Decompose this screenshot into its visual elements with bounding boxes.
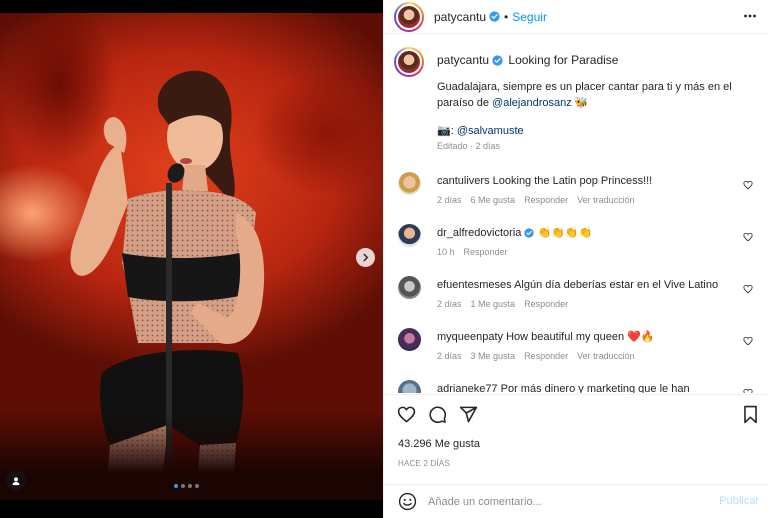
carousel-dot <box>174 484 178 488</box>
heart-icon <box>397 405 416 424</box>
comment-username[interactable]: adrianeke77 <box>437 383 498 393</box>
bookmark-icon <box>742 405 759 424</box>
heart-icon <box>743 388 753 393</box>
post-media[interactable] <box>0 0 383 518</box>
comment-reply-button[interactable]: Responder <box>524 195 568 205</box>
comment-avatar[interactable] <box>398 328 421 351</box>
post-date[interactable]: HACE 2 DÍAS <box>398 459 450 468</box>
comment-avatar[interactable] <box>398 276 421 299</box>
comment-composer: Publicar <box>384 484 768 518</box>
comment-button[interactable] <box>428 405 447 424</box>
comment-text: Algún día deberías estar en el Vive Lati… <box>514 279 719 291</box>
carousel-dot <box>195 484 199 488</box>
header-separator: • <box>504 9 509 24</box>
emoji-picker-button[interactable] <box>398 492 417 511</box>
heart-icon <box>743 232 753 242</box>
comment-avatar[interactable] <box>398 224 421 247</box>
comment-text: Por más dinero y marketing que le han <box>500 383 690 393</box>
comment-item: adrianeke77 Por más dinero y marketing q… <box>394 380 759 393</box>
carousel-indicator <box>174 484 199 488</box>
share-button[interactable] <box>459 405 478 424</box>
caption-author-username[interactable]: patycantu <box>437 53 489 67</box>
comment-likes[interactable]: 1 Me gusta <box>471 299 516 309</box>
user-tag-icon <box>11 476 21 486</box>
tagged-users-button[interactable] <box>6 471 26 491</box>
caption-emoji: 🐝 <box>574 97 589 109</box>
comment-time[interactable]: 2 días <box>437 299 462 309</box>
comment-like-button[interactable] <box>743 232 753 242</box>
publish-button[interactable]: Publicar <box>719 495 759 507</box>
post-header: patycantu • Seguir <box>384 0 768 34</box>
follow-button[interactable]: Seguir <box>512 10 547 24</box>
caption-author-avatar[interactable] <box>394 47 424 77</box>
comment-avatar[interactable] <box>398 172 421 195</box>
photo-credit: 📷: @salvamuste <box>437 123 753 139</box>
comment-like-button[interactable] <box>743 284 753 294</box>
post-details-panel: patycantu • Seguir patycantu Looking for… <box>383 0 768 518</box>
post-actions: 43.296 Me gusta HACE 2 DÍAS <box>384 394 768 484</box>
comment-like-button[interactable] <box>743 180 753 190</box>
heart-icon <box>743 284 753 294</box>
post-photo <box>0 13 383 500</box>
comment-translate-button[interactable]: Ver traducción <box>577 351 635 361</box>
comment-time[interactable]: 2 días <box>437 195 462 205</box>
comment-time[interactable]: 2 días <box>437 351 462 361</box>
comment-input[interactable] <box>428 492 698 512</box>
comment-item: efuentesmeses Algún día deberías estar e… <box>394 276 759 316</box>
location-label[interactable]: Looking for Paradise <box>508 53 618 67</box>
share-icon <box>459 405 478 424</box>
save-button[interactable] <box>742 405 759 424</box>
comment-reply-button[interactable]: Responder <box>524 299 568 309</box>
comment-username[interactable]: efuentesmeses <box>437 279 512 291</box>
verified-icon <box>492 55 503 66</box>
comment-time[interactable]: 10 h <box>437 247 455 257</box>
more-icon <box>743 9 757 23</box>
comment-text: 👏👏👏👏 <box>537 227 593 239</box>
carousel-next-button[interactable] <box>356 248 375 267</box>
verified-icon <box>489 11 500 22</box>
comment-username[interactable]: myqueenpaty <box>437 331 503 343</box>
comment-translate-button[interactable]: Ver traducción <box>577 195 635 205</box>
like-button[interactable] <box>397 405 416 424</box>
chevron-right-icon <box>361 253 370 262</box>
credit-emoji: 📷: <box>437 125 454 137</box>
comment-icon <box>428 405 447 424</box>
edited-timestamp: Editado · 2 días <box>437 141 501 151</box>
comment-reply-button[interactable]: Responder <box>524 351 568 361</box>
likes-count[interactable]: 43.296 Me gusta <box>398 438 480 450</box>
mention-link[interactable]: @alejandrosanz <box>492 97 572 109</box>
comment-item: myqueenpaty How beautiful my queen ❤️🔥 2… <box>394 328 759 368</box>
author-avatar[interactable] <box>394 1 424 32</box>
comment-text: How beautiful my queen ❤️🔥 <box>506 331 655 343</box>
heart-icon <box>743 336 753 346</box>
comment-username[interactable]: cantulivers <box>437 175 490 187</box>
carousel-dot <box>181 484 185 488</box>
comment-item: dr_alfredovictoria 👏👏👏👏 10 h Responder <box>394 224 759 264</box>
comment-text: Looking the Latin pop Princess!!! <box>492 175 653 187</box>
caption-text: Guadalajara, siempre es un placer cantar… <box>437 79 753 111</box>
comment-like-button[interactable] <box>743 388 753 393</box>
comment-avatar[interactable] <box>398 380 421 393</box>
comment-likes[interactable]: 6 Me gusta <box>471 195 516 205</box>
comment-likes[interactable]: 3 Me gusta <box>471 351 516 361</box>
more-options-button[interactable] <box>743 9 757 23</box>
verified-icon <box>524 228 535 238</box>
author-username[interactable]: patycantu <box>434 10 486 24</box>
heart-icon <box>743 180 753 190</box>
comment-reply-button[interactable]: Responder <box>464 247 508 257</box>
emoji-icon <box>398 492 417 511</box>
comment-item: cantulivers Looking the Latin pop Prince… <box>394 172 759 212</box>
comment-like-button[interactable] <box>743 336 753 346</box>
carousel-dot <box>188 484 192 488</box>
credit-mention-link[interactable]: @salvamuste <box>457 125 524 137</box>
comment-username[interactable]: dr_alfredovictoria <box>437 227 521 239</box>
comments-list[interactable]: patycantu Looking for Paradise Guadalaja… <box>384 43 768 393</box>
